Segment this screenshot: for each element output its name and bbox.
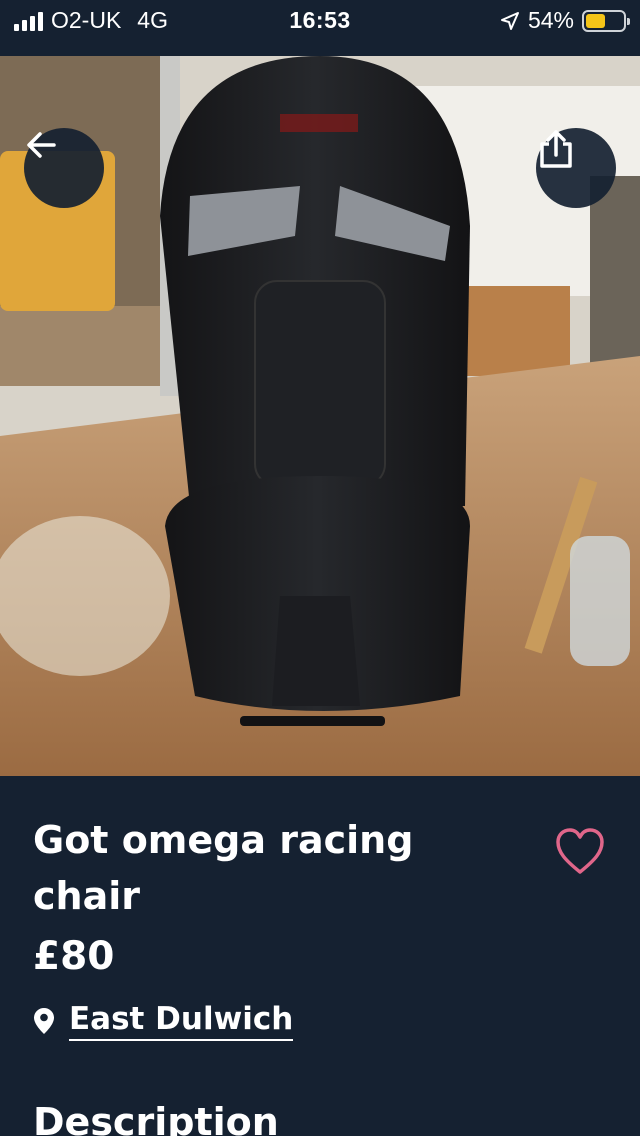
listing-location[interactable]: East Dulwich (33, 1000, 294, 1041)
location-link[interactable]: East Dulwich (69, 1000, 294, 1041)
battery-level (586, 13, 606, 28)
share-icon (540, 130, 572, 168)
back-button[interactable] (24, 128, 104, 208)
heart-outline-icon (556, 828, 604, 874)
status-bar: O2-UK 4G 16:53 54% (0, 0, 640, 40)
favorite-button[interactable] (553, 826, 607, 878)
map-pin-icon (34, 1007, 54, 1034)
arrow-left-icon (27, 132, 56, 158)
battery-percent: 54% (527, 7, 574, 33)
listing-photo-carousel[interactable] (0, 56, 640, 776)
share-button[interactable] (536, 128, 616, 208)
location-arrow-icon (500, 11, 519, 30)
listing-price: £80 (33, 934, 115, 979)
status-right: 54% (500, 7, 630, 34)
listing-title: Got omega racing chair (33, 818, 414, 918)
battery-icon (582, 9, 630, 32)
description-heading: Description (33, 1100, 279, 1136)
